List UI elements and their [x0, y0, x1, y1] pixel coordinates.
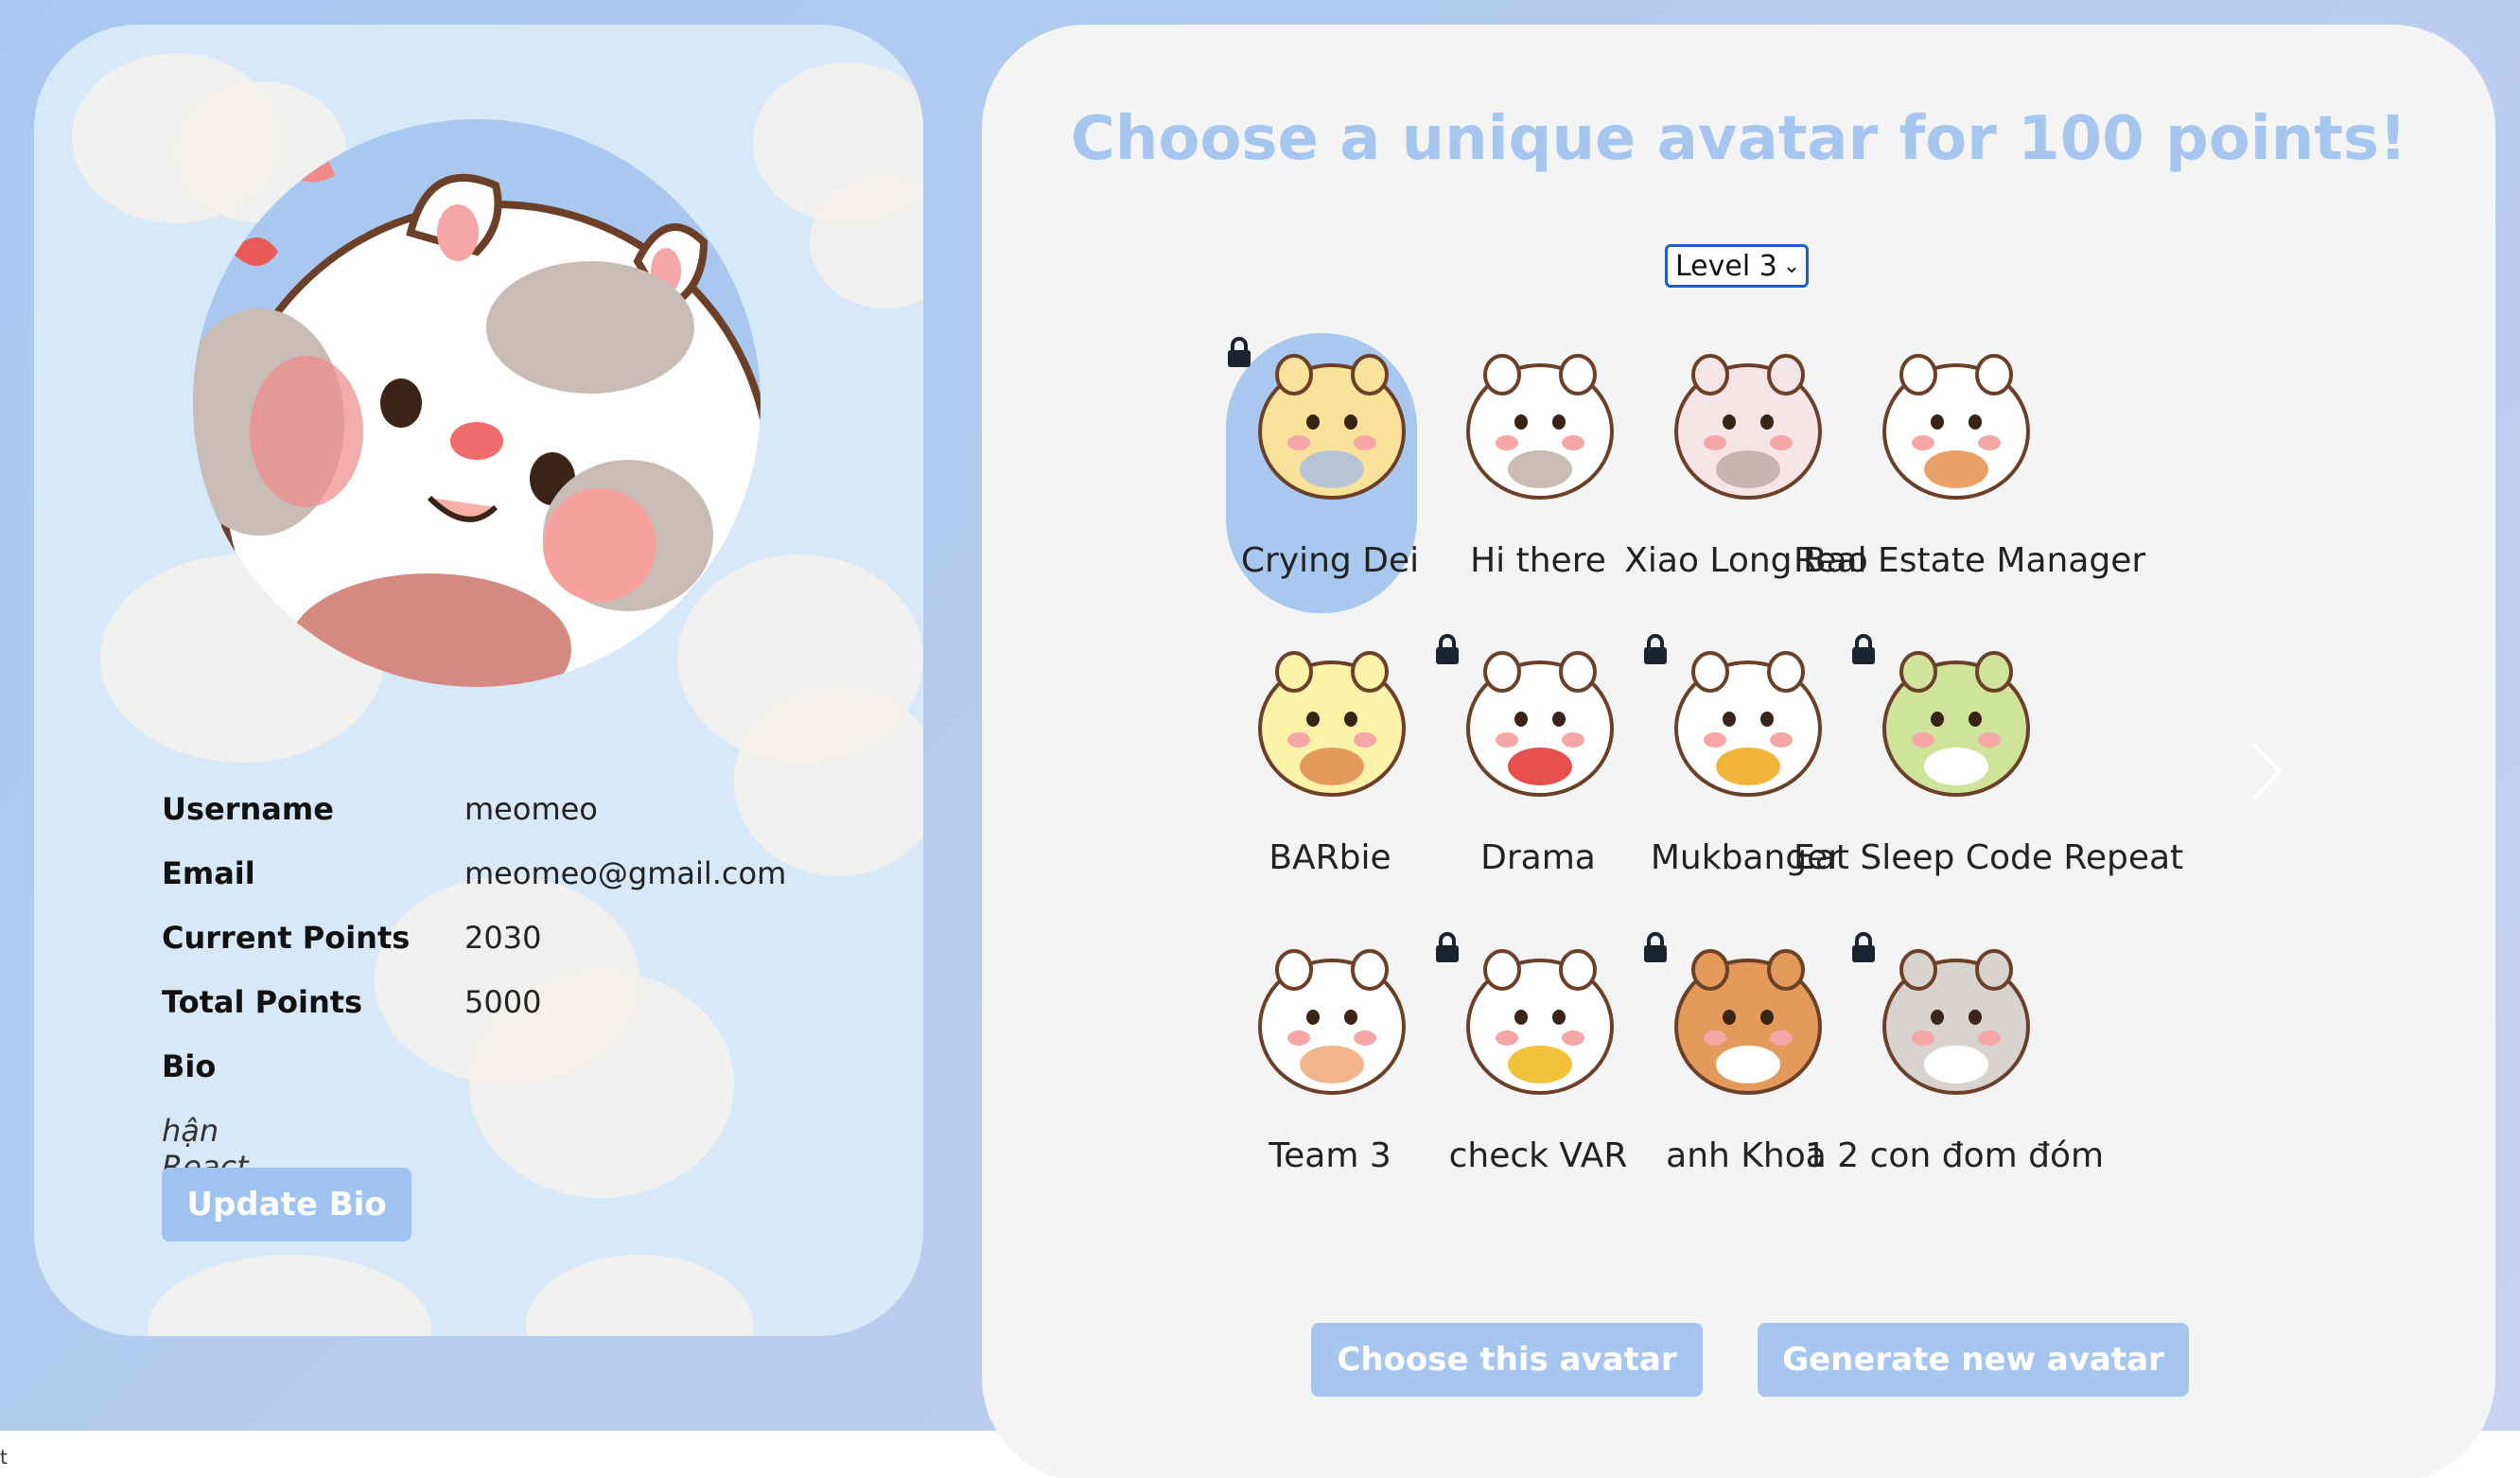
level-select[interactable]: Level 3 ⌄	[1665, 244, 1809, 288]
corner-text: t	[0, 1446, 8, 1469]
chevron-down-icon: ⌄	[1782, 254, 1801, 278]
tabby-cat-icon	[1663, 337, 1833, 507]
current-points-label: Current Points	[162, 920, 411, 956]
shop-heading: Choose a unique avatar for 100 points!	[1070, 104, 2407, 174]
total-points-value: 5000	[464, 984, 542, 1020]
lock-icon	[1644, 634, 1667, 664]
cloud-decoration	[148, 1255, 431, 1336]
shiba-face-icon	[1663, 932, 1833, 1102]
crying-bear-icon	[1247, 337, 1417, 507]
avatar-option-label: 1 2 con đom đóm	[1804, 1136, 2105, 1175]
email-label: Email	[162, 855, 255, 891]
total-points-row: Total Points 5000	[162, 984, 919, 1031]
current-points-row: Current Points 2030	[162, 920, 919, 967]
total-points-label: Total Points	[162, 984, 363, 1020]
avatar-option-label: Real Estate Manager	[1794, 541, 2146, 580]
lock-icon	[1852, 932, 1875, 962]
lock-icon	[1228, 337, 1251, 367]
eating-bear-icon	[1663, 634, 1833, 804]
lock-icon	[1436, 932, 1459, 962]
cloud-decoration	[734, 687, 923, 876]
lock-icon	[1644, 932, 1667, 962]
shiba-dance-icon	[1247, 634, 1417, 804]
bio-row: Bio	[162, 1048, 919, 1096]
update-bio-button[interactable]: Update Bio	[162, 1168, 411, 1241]
username-value: meomeo	[464, 791, 598, 827]
generate-avatar-button[interactable]: Generate new avatar	[1758, 1323, 2189, 1397]
username-label: Username	[162, 791, 334, 827]
chevron-right-icon[interactable]	[2248, 738, 2285, 804]
cow-cat-icon	[1455, 337, 1625, 507]
laptop-bear-icon	[1247, 932, 1417, 1102]
email-row: Email meomeo@gmail.com	[162, 855, 919, 903]
lock-icon	[1436, 634, 1459, 664]
calico-cat-icon	[1871, 337, 2041, 507]
choose-avatar-button[interactable]: Choose this avatar	[1311, 1323, 1703, 1397]
lock-icon	[1852, 634, 1875, 664]
profile-card: Username meomeo Email meomeo@gmail.com C…	[34, 25, 923, 1336]
avatar-option-label: Eat Sleep Code Repeat	[1794, 838, 2184, 877]
cow-cat-icon	[193, 119, 761, 687]
duck-phone-icon	[1455, 932, 1625, 1102]
popcorn-bear-icon	[1455, 634, 1625, 804]
sleeping-bear-icon	[1871, 634, 2041, 804]
bio-label: Bio	[162, 1048, 217, 1084]
current-avatar	[193, 119, 761, 687]
email-value: meomeo@gmail.com	[464, 855, 787, 891]
username-row: Username meomeo	[162, 791, 919, 838]
level-select-value: Level 3	[1675, 249, 1777, 283]
grey-cat-icon	[1871, 932, 2041, 1102]
current-points-value: 2030	[464, 920, 542, 956]
cloud-decoration	[526, 1255, 753, 1336]
